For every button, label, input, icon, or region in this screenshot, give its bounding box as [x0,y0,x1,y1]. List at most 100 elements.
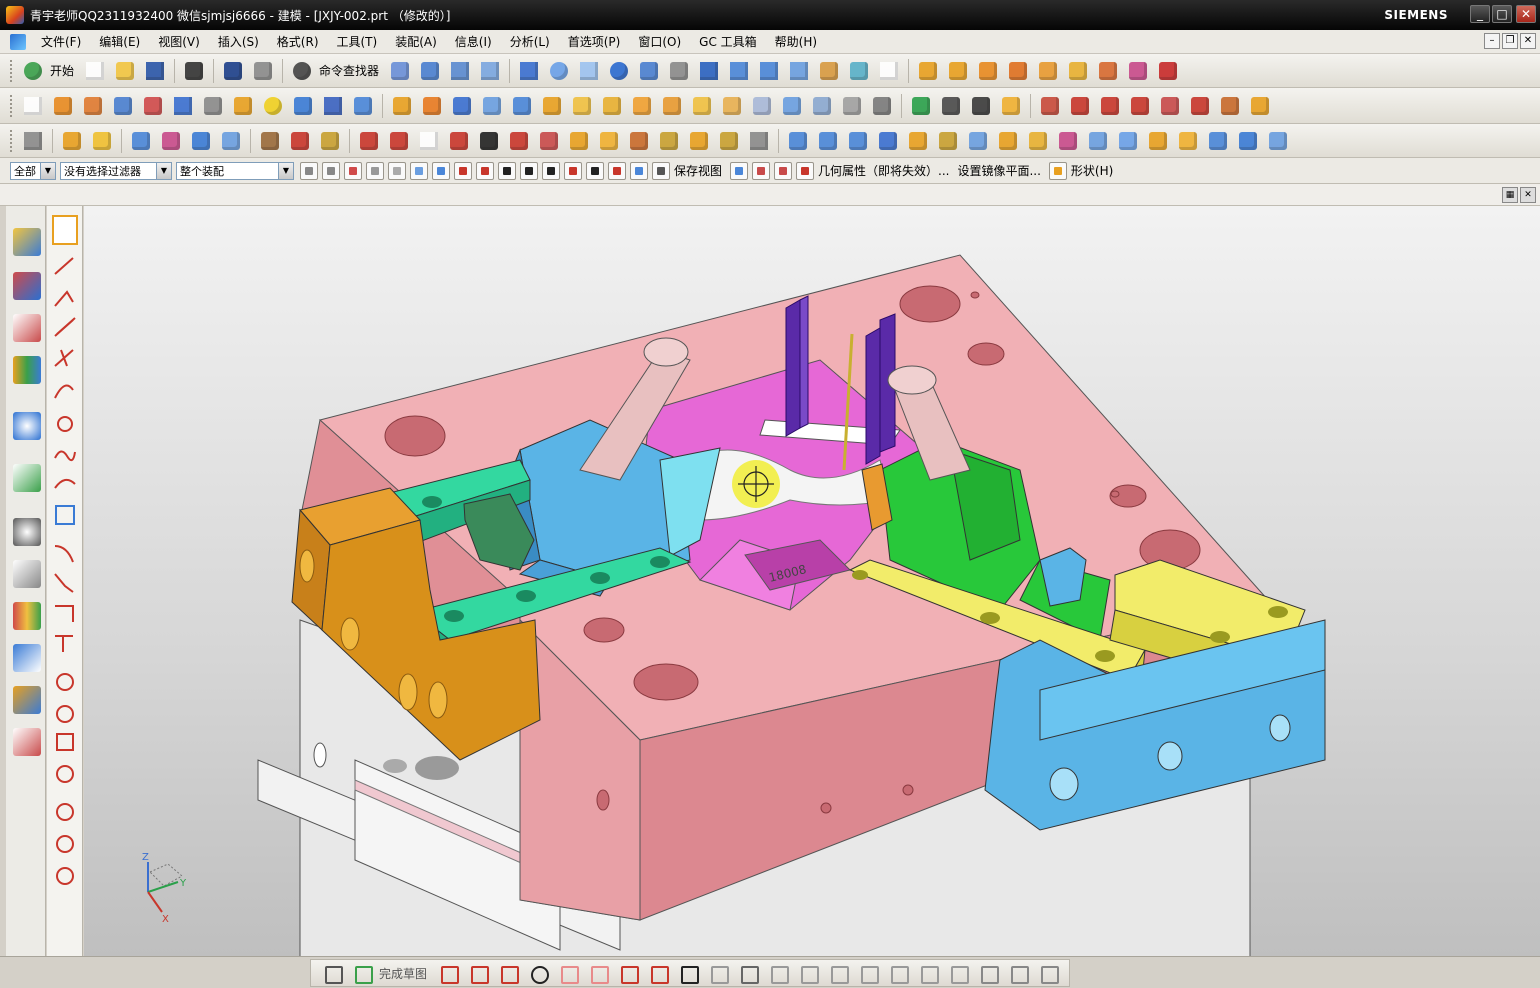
snap-control-icon[interactable] [498,161,516,180]
studio-spline-icon[interactable] [646,961,670,985]
finish-sketch-icon[interactable] [350,961,374,985]
system-scene-icon[interactable] [13,728,41,756]
select-all-icon[interactable] [300,161,318,180]
snap-on-curve-icon[interactable] [608,161,626,180]
snap-intersection-icon[interactable] [520,161,538,180]
geometry-properties-icon[interactable] [796,161,815,180]
open-folder-icon[interactable] [112,58,138,84]
draft-icon[interactable] [659,93,685,119]
doc-minimize-icon[interactable]: – [1484,33,1500,49]
curve-trim-icon[interactable] [1097,93,1123,119]
sphere-icon[interactable] [260,93,286,119]
global-shaping-icon[interactable] [1175,128,1201,154]
trimmed-sheet-icon[interactable] [995,128,1021,154]
replace-face-icon[interactable] [938,93,964,119]
chevron-down-icon[interactable]: ▼ [40,162,55,179]
chamfer-icon[interactable] [629,93,655,119]
assembly-replace-icon[interactable] [1095,58,1121,84]
edge-blend-icon[interactable] [599,93,625,119]
sketch-rectangle-icon[interactable] [55,505,75,525]
nx5-feature-icon[interactable] [140,93,166,119]
chevron-down-icon[interactable]: ▼ [278,162,293,179]
n-sided-surface-icon[interactable] [815,128,841,154]
datum-csys-icon[interactable] [89,128,115,154]
trim-body-icon[interactable] [479,93,505,119]
sketch-circle-3pt-icon[interactable] [56,705,74,723]
mirror-body-icon[interactable] [869,93,895,119]
fit-view-icon[interactable] [516,58,542,84]
variational-sweep-icon[interactable] [626,128,652,154]
sketch-circle-center-icon[interactable] [56,673,74,691]
helix-icon[interactable] [506,128,532,154]
sketch-line-icon[interactable] [54,257,74,275]
curve-section-icon[interactable] [1157,93,1183,119]
arc-icon[interactable] [386,128,412,154]
alternate-solution-icon[interactable] [1036,961,1060,985]
process-studio-icon[interactable] [13,602,41,630]
part-navigator-icon[interactable] [20,128,46,154]
measure-body-icon[interactable] [774,161,793,180]
menu-tools[interactable]: 工具(T) [328,33,387,50]
text-icon[interactable] [476,128,502,154]
save-icon[interactable] [142,58,168,84]
enlarge-icon[interactable] [1055,128,1081,154]
project-curve-icon[interactable] [856,961,880,985]
curve-offset-icon[interactable] [1187,93,1213,119]
hole-icon[interactable] [110,93,136,119]
curve-extract-icon[interactable] [1217,93,1243,119]
emboss-icon[interactable] [230,93,256,119]
thicken-icon[interactable] [719,93,745,119]
delete-face-icon[interactable] [968,93,994,119]
tube-icon[interactable] [656,128,682,154]
sketch-spline-icon[interactable] [54,450,76,462]
mold-assembly-view[interactable]: 18008 Z Y X [84,206,1540,956]
sketch-arc-icon[interactable] [54,384,74,399]
sketch-tangent-box-icon[interactable] [56,733,74,751]
point-icon[interactable] [676,961,700,985]
toolbar-grip[interactable] [10,94,14,117]
sketch-radius-icon[interactable] [56,867,74,885]
curve-bridge-icon[interactable] [1127,93,1153,119]
menu-information[interactable]: 信息(I) [446,33,501,50]
bounded-plane-icon[interactable] [845,128,871,154]
deselect-icon[interactable] [366,161,384,180]
assembly-scope-dropdown[interactable]: 整个装配 ▼ [176,161,294,180]
zoom-icon[interactable] [546,58,572,84]
undo-icon[interactable] [220,58,246,84]
inferred-dimension-icon[interactable] [886,961,910,985]
shaded-view-icon[interactable] [696,58,722,84]
assembly-array-icon[interactable] [1065,58,1091,84]
render-style-icon[interactable] [666,58,692,84]
snap-on-face-icon[interactable] [630,161,648,180]
offset-face-icon[interactable] [539,93,565,119]
resize-blend-icon[interactable] [998,93,1024,119]
menu-gc-toolkit[interactable]: GC 工具箱 [690,33,766,50]
sew-icon[interactable] [749,93,775,119]
save-view-button[interactable]: 保存视图 [674,162,722,179]
extension-icon[interactable] [965,128,991,154]
menu-help[interactable]: 帮助(H) [766,33,826,50]
rectangle-icon[interactable] [616,961,640,985]
zoom-window-icon[interactable] [576,58,602,84]
x-form-icon[interactable] [1025,128,1051,154]
menu-insert[interactable]: 插入(S) [209,33,268,50]
through-curves-icon[interactable] [218,128,244,154]
sketch-chamfer-icon[interactable] [54,573,74,593]
sketch-point-circle-icon[interactable] [56,803,74,821]
point-set-icon[interactable] [158,128,184,154]
sketch-corner-icon[interactable] [55,605,74,622]
assembly-navigator-icon[interactable] [13,228,41,256]
shape-icon[interactable] [1048,161,1067,180]
finish-sketch-button[interactable]: 完成草图 [379,965,427,982]
command-finder-button[interactable]: 命令查找器 [319,62,379,79]
edit-object-icon[interactable] [417,58,443,84]
ruled-icon[interactable] [188,128,214,154]
untrim-icon[interactable] [1085,128,1111,154]
assembly-new-icon[interactable] [945,58,971,84]
reading-icon[interactable] [1235,128,1261,154]
graphics-window[interactable]: 18008 Z Y X [84,206,1540,956]
polygon-icon[interactable] [536,128,562,154]
shell-icon[interactable] [689,93,715,119]
animate-dimension-icon[interactable] [976,961,1000,985]
menu-file[interactable]: 文件(F) [32,33,90,50]
